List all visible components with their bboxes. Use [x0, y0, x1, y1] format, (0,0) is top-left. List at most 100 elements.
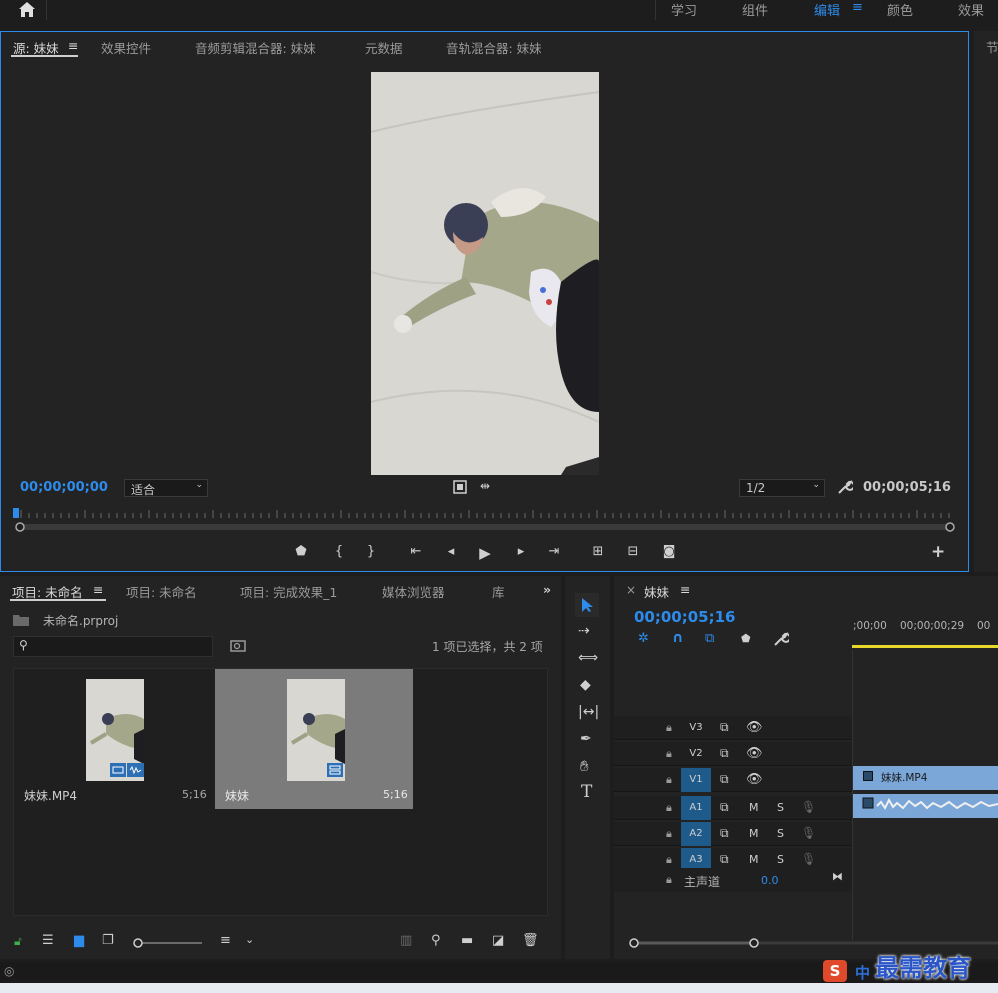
export-frame-icon[interactable]: ◙	[659, 544, 679, 559]
add-button-icon[interactable]: +	[931, 542, 945, 562]
project-search-input[interactable]: ⚲	[13, 636, 213, 657]
go-to-in-icon[interactable]: ⇤	[406, 544, 426, 559]
slip-tool-icon[interactable]: |↔|	[578, 704, 599, 720]
home-icon[interactable]	[18, 1, 36, 19]
panel-overflow-icon[interactable]: »	[543, 582, 551, 597]
drag-video-icon[interactable]: ⇹	[480, 479, 490, 493]
automate-to-sequence-icon[interactable]: ▥	[400, 933, 412, 948]
freeform-view-icon[interactable]: ❐	[102, 933, 114, 948]
tab-project-3[interactable]: 项目: 完成效果_1	[240, 582, 337, 601]
close-icon[interactable]: ×	[626, 583, 636, 597]
tab-audio-track-mixer[interactable]: 音轨混合器: 妹妹	[446, 38, 542, 57]
nest-toggle-icon[interactable]: ✲	[638, 631, 649, 646]
step-back-icon[interactable]: ◂	[441, 544, 461, 559]
chevron-down-icon[interactable]: ⌄	[245, 933, 254, 946]
track-lock-icon[interactable]: 🔒︎	[666, 853, 672, 867]
sync-lock-icon[interactable]: ⧉	[720, 720, 729, 735]
track-target-button[interactable]: A1	[681, 796, 711, 820]
hand-tool-icon[interactable]: ✋︎	[580, 757, 589, 775]
tab-effect-controls[interactable]: 效果控件	[101, 38, 151, 57]
selection-tool-icon[interactable]	[580, 597, 594, 613]
list-view-icon[interactable]: ☰	[42, 933, 54, 948]
mute-button[interactable]: M	[749, 827, 759, 840]
sync-lock-icon[interactable]: ⧉	[720, 826, 729, 841]
tab-libraries[interactable]: 库	[492, 582, 505, 601]
tab-metadata[interactable]: 元数据	[365, 38, 403, 57]
insert-icon[interactable]: ⊞	[588, 544, 608, 559]
solo-button[interactable]: S	[777, 827, 784, 840]
track-target-button[interactable]: V3	[681, 716, 711, 740]
solo-button[interactable]: S	[777, 801, 784, 814]
mark-out-icon[interactable]: }	[361, 544, 381, 559]
workspace-editing[interactable]: 编辑	[814, 0, 840, 19]
snap-icon[interactable]: ∩	[672, 630, 683, 646]
zoom-select[interactable]: 适合 ⌄	[124, 479, 208, 497]
microphone-icon[interactable]: 🎙︎	[801, 852, 816, 866]
play-icon[interactable]: ▶	[475, 544, 495, 562]
tab-media-browser[interactable]: 媒体浏览器	[382, 582, 445, 601]
workspace-menu-icon[interactable]: ≡	[852, 0, 863, 15]
master-meter-icon[interactable]: ⧓	[832, 870, 843, 883]
zoom-slider[interactable]	[132, 936, 204, 950]
workspace-effects[interactable]: 效果	[958, 0, 984, 19]
add-marker-icon[interactable]: ⬟	[741, 632, 751, 645]
media-item[interactable]: 妹妹.MP4 5;16	[14, 669, 212, 809]
timeline-timecode[interactable]: 00;00;05;16	[634, 608, 736, 626]
sync-lock-icon[interactable]: ⧉	[720, 772, 729, 787]
work-area-bar[interactable]	[852, 645, 998, 648]
lock-icon[interactable]: 🔒︎	[666, 873, 672, 887]
go-to-out-icon[interactable]: ⇥	[544, 544, 564, 559]
mark-in-icon[interactable]: {	[329, 544, 349, 559]
media-item-selected[interactable]: 妹妹 5;16	[215, 669, 413, 809]
track-target-button[interactable]: V1	[681, 768, 711, 792]
pen-tool-icon[interactable]: ✒	[580, 731, 592, 747]
linked-selection-icon[interactable]: ⧉	[705, 631, 714, 646]
step-forward-icon[interactable]: ▸	[511, 544, 531, 559]
lock-icon[interactable]: 🔓︎	[14, 934, 22, 949]
workspace-assembly[interactable]: 组件	[742, 0, 768, 19]
add-marker-icon[interactable]: ⬟	[291, 544, 311, 559]
solo-button[interactable]: S	[777, 853, 784, 866]
sync-lock-icon[interactable]: ⧉	[720, 746, 729, 761]
master-volume-value[interactable]: 0.0	[761, 874, 779, 887]
track-target-button[interactable]: V2	[681, 742, 711, 766]
eye-icon[interactable]: 👁︎	[746, 720, 763, 735]
new-search-bin-icon[interactable]	[230, 639, 246, 653]
tab-project-2[interactable]: 项目: 未命名	[126, 582, 197, 601]
tab-menu-icon[interactable]: ≡	[68, 38, 78, 53]
mute-button[interactable]: M	[749, 801, 759, 814]
tab-audio-clip-mixer[interactable]: 音频剪辑混合器: 妹妹	[195, 38, 316, 57]
microphone-icon[interactable]: 🎙︎	[801, 826, 816, 840]
type-tool-icon[interactable]: T	[581, 782, 592, 802]
track-select-tool-icon[interactable]: ⇢	[578, 623, 590, 639]
timeline-sequence-title[interactable]: 妹妹	[644, 582, 669, 601]
wrench-icon[interactable]	[837, 479, 853, 495]
source-timecode-in[interactable]: 00;00;00;00	[20, 480, 108, 495]
timeline-settings-wrench-icon[interactable]	[773, 631, 789, 647]
workspace-learn[interactable]: 学习	[671, 0, 697, 19]
eye-icon[interactable]: 👁︎	[746, 772, 763, 787]
overwrite-icon[interactable]: ⊟	[623, 544, 643, 559]
resolution-select[interactable]: 1/2 ⌄	[739, 479, 825, 497]
clear-trash-icon[interactable]: 🗑︎	[522, 933, 539, 948]
track-lock-icon[interactable]: 🔒︎	[666, 721, 672, 735]
find-icon[interactable]: ⚲	[431, 933, 441, 948]
workspace-color[interactable]: 颜色	[887, 0, 913, 19]
tab-menu-icon[interactable]: ≡	[680, 582, 690, 597]
sync-lock-icon[interactable]: ⧉	[720, 800, 729, 815]
tab-menu-icon[interactable]: ≡	[93, 582, 103, 597]
microphone-icon[interactable]: 🎙︎	[801, 800, 816, 814]
new-item-icon[interactable]: ◪	[492, 933, 504, 948]
track-lock-icon[interactable]: 🔒︎	[666, 801, 672, 815]
track-lock-icon[interactable]: 🔒︎	[666, 773, 672, 787]
tab-program-peek[interactable]: 节	[986, 37, 998, 56]
track-lock-icon[interactable]: 🔒︎	[666, 827, 672, 841]
track-lock-icon[interactable]: 🔒︎	[666, 747, 672, 761]
eye-icon[interactable]: 👁︎	[746, 746, 763, 761]
sort-icon[interactable]: ≡	[220, 933, 231, 948]
mute-button[interactable]: M	[749, 853, 759, 866]
new-bin-icon[interactable]: ▬	[461, 933, 473, 948]
icon-view-icon[interactable]: ▆	[74, 933, 84, 948]
timeline-ruler[interactable]: ;00;00 00;00;00;29 00	[852, 616, 998, 650]
audio-clip[interactable]	[853, 794, 998, 818]
